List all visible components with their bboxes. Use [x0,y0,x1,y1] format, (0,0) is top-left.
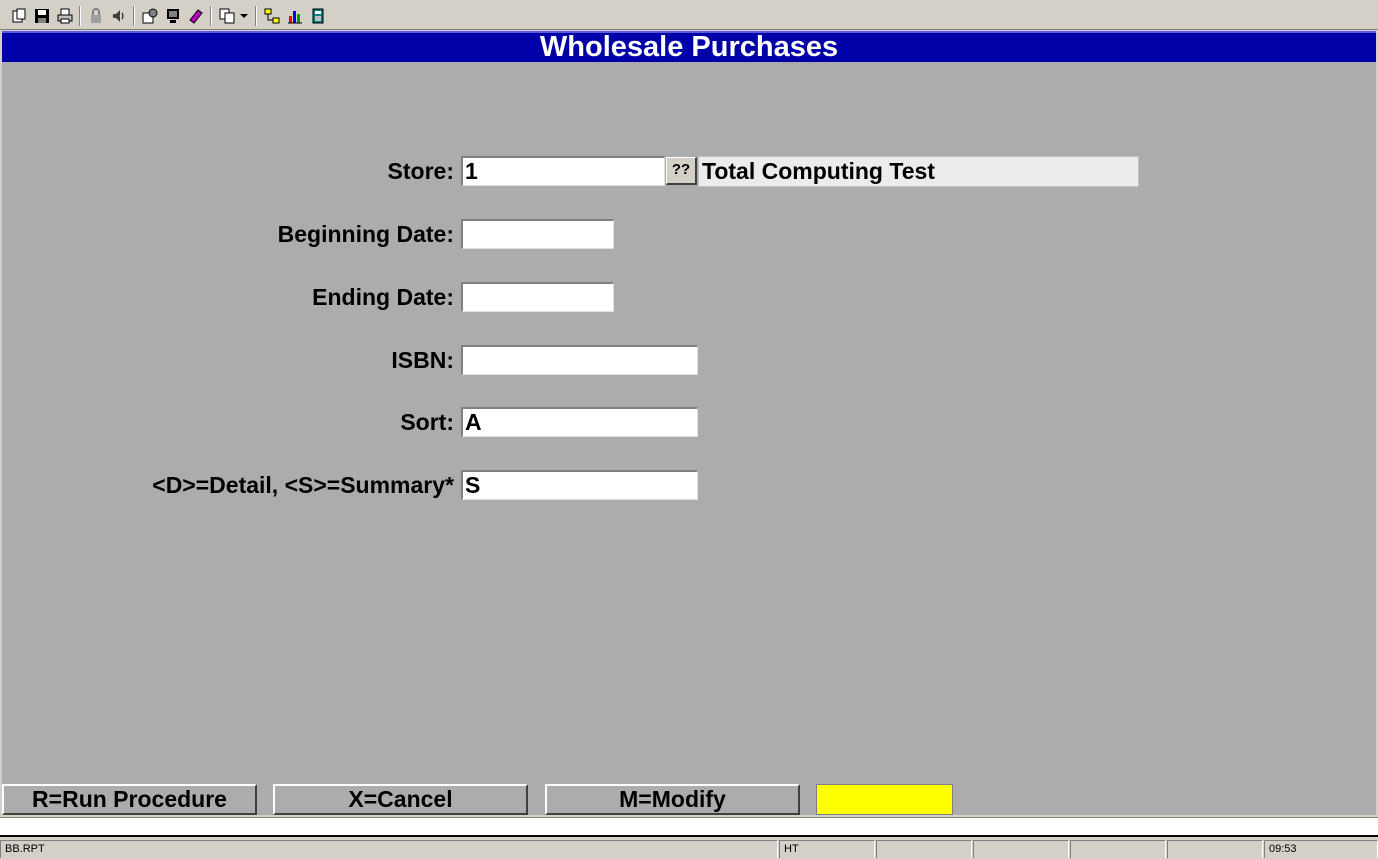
settings-icon[interactable] [139,5,161,27]
network-icon[interactable] [261,5,283,27]
toolbar [0,0,1378,30]
bar-chart-icon[interactable] [284,5,306,27]
beginning-date-label: Beginning Date: [277,221,454,247]
report-form: Store: 1 ?? Total Computing Test Beginni… [2,62,1376,815]
save-icon[interactable] [31,5,53,27]
cancel-button[interactable]: X=Cancel [273,784,528,815]
book-icon[interactable] [185,5,207,27]
action-bar: R=Run Procedure X=Cancel M=Modify [2,781,1376,817]
print-icon[interactable] [54,5,76,27]
modify-button[interactable]: M=Modify [545,784,800,815]
status-time: 09:53 [1264,840,1378,858]
toolbar-separator [133,6,135,26]
lock-icon[interactable] [85,5,107,27]
toolbar-separator [210,6,212,26]
message-line [0,817,1378,837]
new-document-icon[interactable] [8,5,30,27]
sort-input[interactable]: A [461,407,698,437]
status-program: BB.RPT [0,840,778,858]
copy-icon[interactable] [216,5,238,27]
dropdown-arrow-icon[interactable] [237,5,251,27]
status-pane [973,840,1069,858]
status-pane [1167,840,1263,858]
speaker-icon[interactable] [108,5,130,27]
store-label: Store: [387,158,454,184]
detail-summary-label: <D>=Detail, <S>=Summary* [152,472,454,498]
isbn-label: ISBN: [391,347,454,373]
store-name-display: Total Computing Test [698,156,1139,187]
toolbar-separator [255,6,257,26]
beginning-date-input[interactable] [461,219,614,249]
sort-label: Sort: [400,409,454,435]
window-title: Wholesale Purchases [2,31,1376,62]
store-input[interactable]: 1 [461,156,665,186]
ending-date-label: Ending Date: [312,284,454,310]
monitor-icon[interactable] [162,5,184,27]
calculator-icon[interactable] [307,5,329,27]
status-bar: BB.RPT HT 09:53 [0,839,1378,859]
store-lookup-button[interactable]: ?? [666,157,697,185]
toolbar-separator [79,6,81,26]
status-pane [1070,840,1166,858]
detail-summary-input[interactable]: S [461,470,698,500]
isbn-input[interactable] [461,345,698,375]
run-procedure-button[interactable]: R=Run Procedure [2,784,257,815]
ending-date-input[interactable] [461,282,614,312]
highlight-indicator [816,784,953,815]
status-pane [876,840,972,858]
status-user: HT [779,840,875,858]
